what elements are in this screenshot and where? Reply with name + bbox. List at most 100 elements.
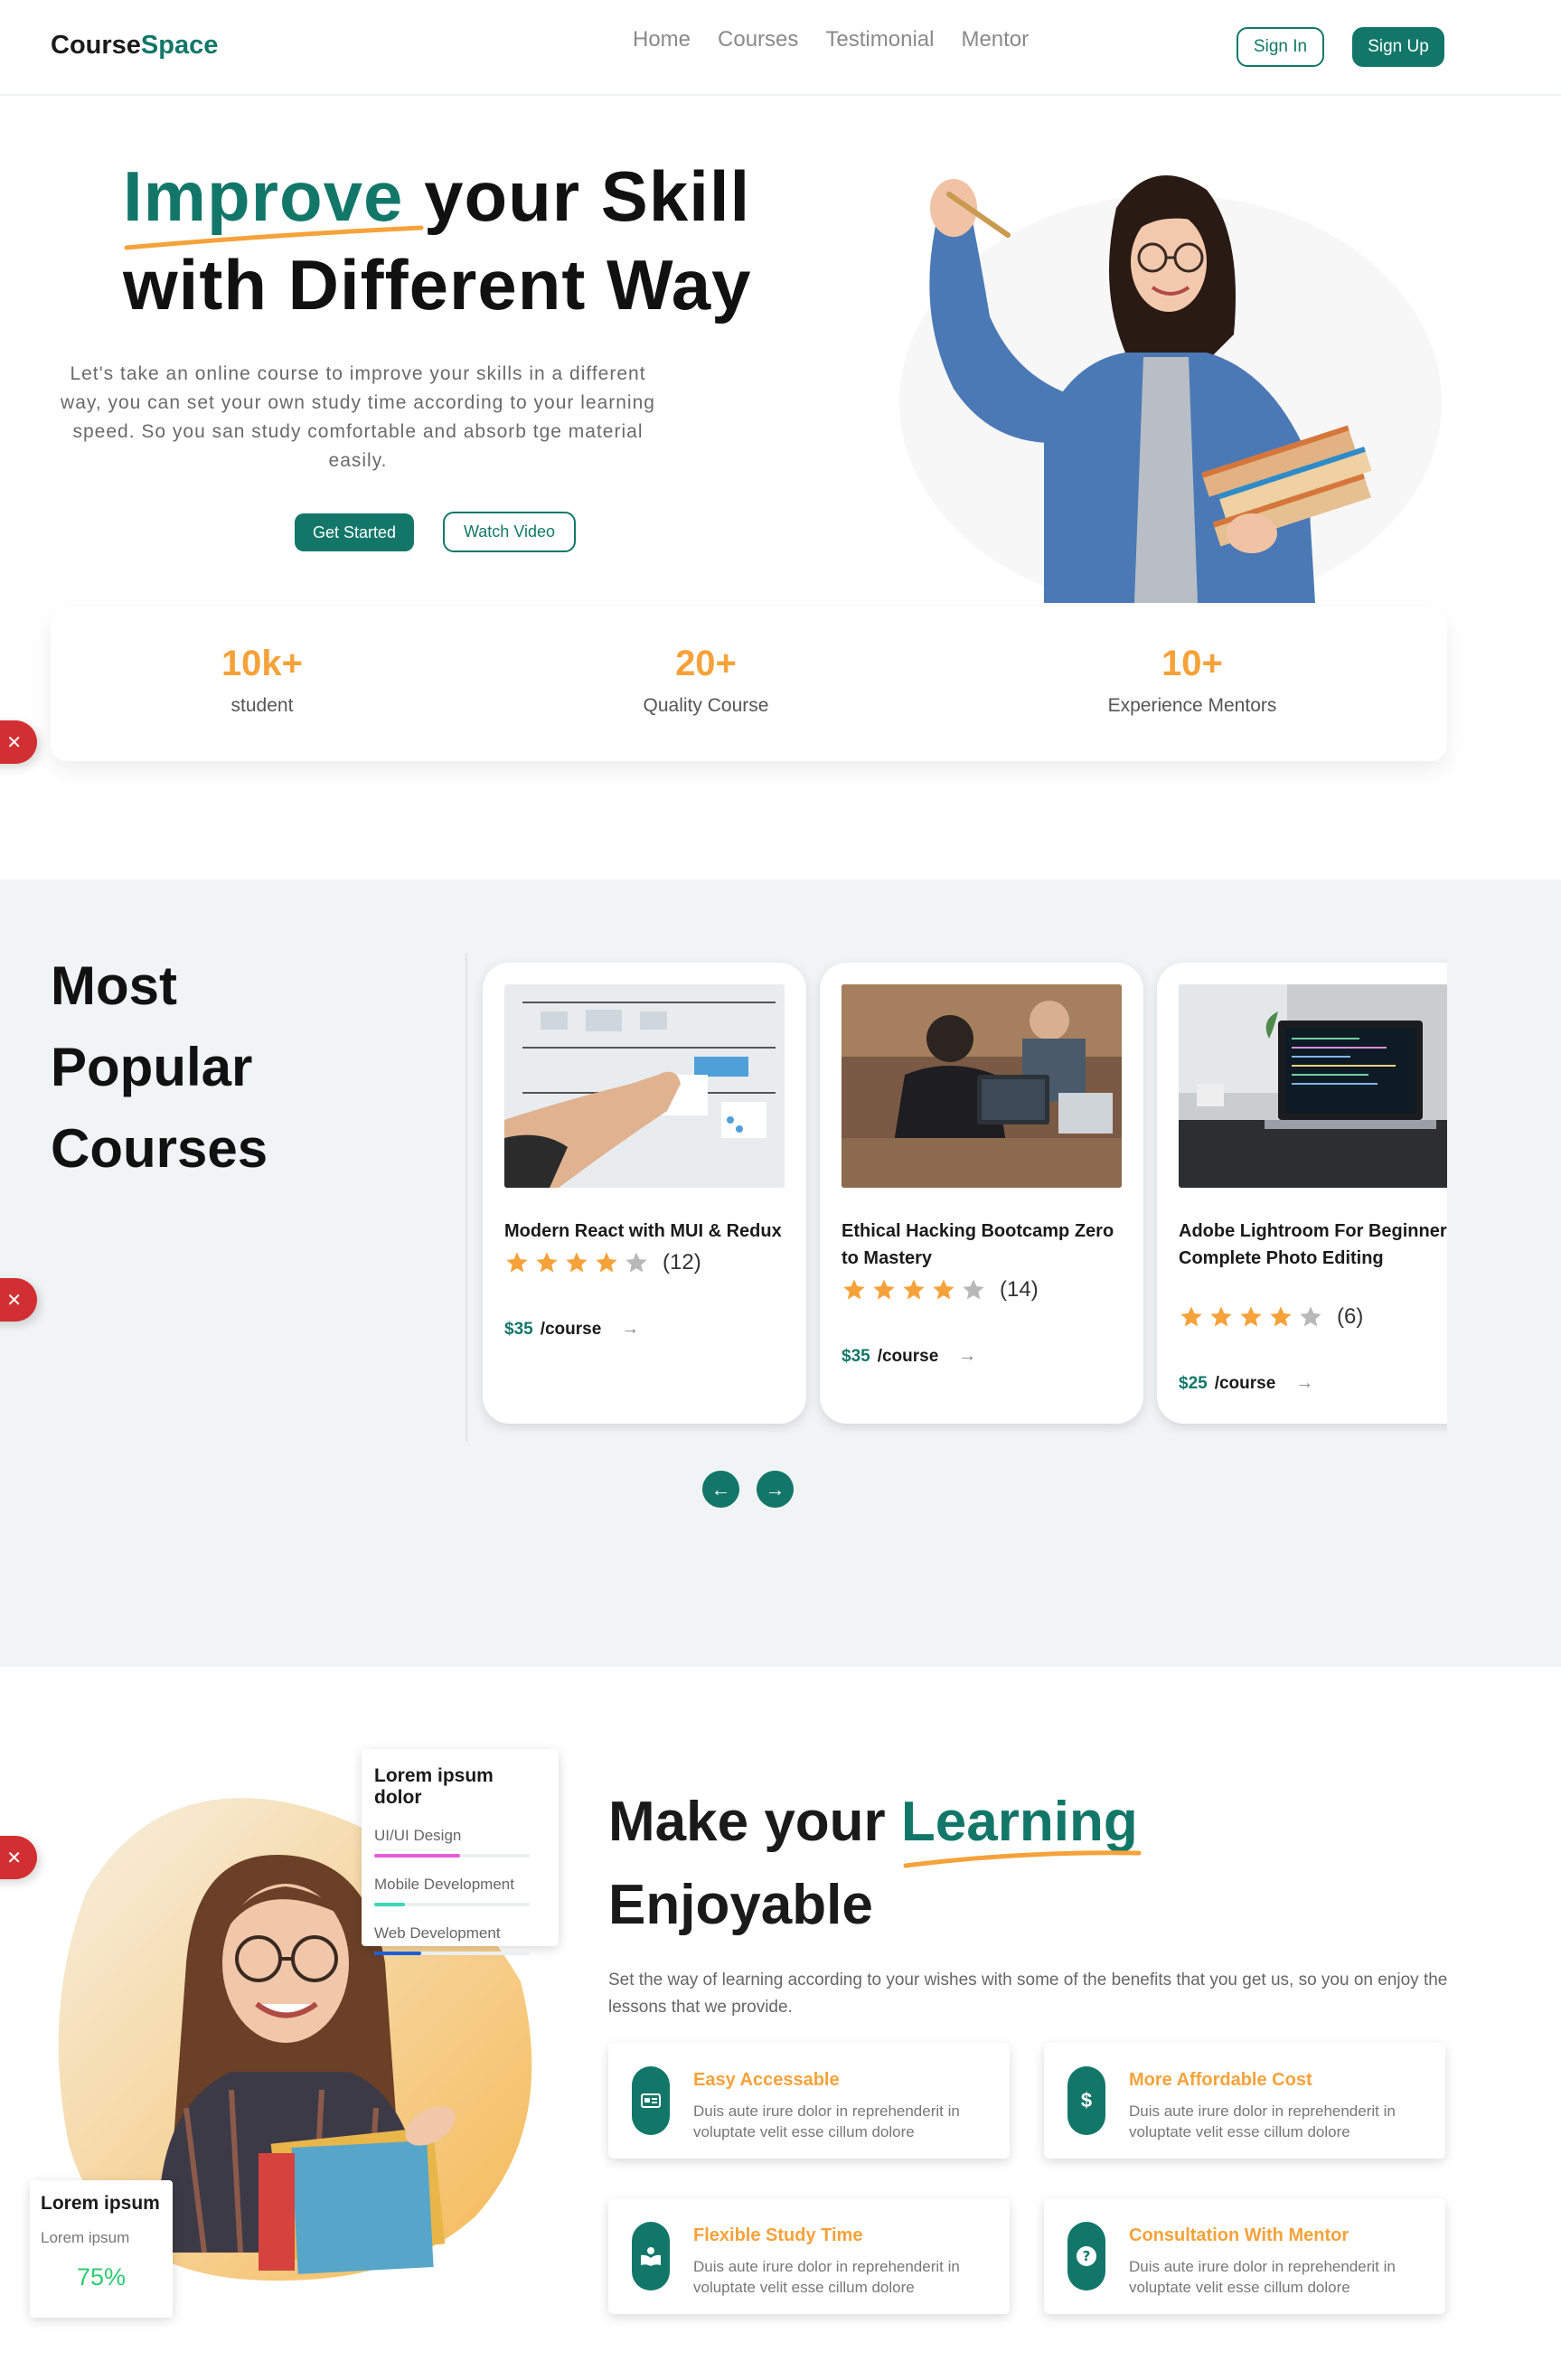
arrow-right-icon[interactable]: → xyxy=(958,1346,976,1367)
rating-stars: (6) xyxy=(1179,1304,1363,1330)
feature-description: Duis aute irure dolor in reprehenderit i… xyxy=(1129,2258,1396,2296)
feature-description: Duis aute irure dolor in reprehenderit i… xyxy=(693,2102,960,2140)
rating-stars: (14) xyxy=(842,1277,1039,1303)
logo[interactable]: CourseSpace xyxy=(51,31,218,61)
course-price: $35 /course → xyxy=(504,1319,639,1340)
course-price: $35 /course → xyxy=(842,1346,976,1367)
hero-description: Let's take an online course to improve y… xyxy=(61,363,655,471)
learning-underline-icon xyxy=(903,1850,1142,1868)
star-icon xyxy=(506,1252,528,1273)
nav-home[interactable]: Home xyxy=(633,27,691,52)
site-header: CourseSpace Home Courses Testimonial Men… xyxy=(0,0,1561,96)
course-carousel: Modern React with MUI & Redux (12) $35 /… xyxy=(465,954,1447,1442)
star-icon xyxy=(1210,1306,1232,1327)
progress-label: Web Development xyxy=(374,1924,501,1942)
star-icon xyxy=(873,1279,895,1300)
stat-label: Quality Course xyxy=(643,695,769,716)
nav-testimonial[interactable]: Testimonial xyxy=(825,27,934,52)
stat-courses: 20+ Quality Course xyxy=(525,644,887,717)
star-icon xyxy=(903,1279,925,1300)
sign-up-button[interactable]: Sign Up xyxy=(1352,27,1444,67)
watch-video-button[interactable]: Watch Video xyxy=(443,512,576,552)
arrow-right-icon[interactable]: → xyxy=(1295,1373,1313,1394)
summary-subtitle: Lorem ipsum xyxy=(41,2229,130,2246)
arrow-right-icon[interactable]: → xyxy=(621,1319,639,1340)
popular-courses-section: Most Popular Courses Modern React with M… xyxy=(0,880,1561,1667)
carousel-prev-button[interactable]: ← xyxy=(702,1471,739,1508)
stat-students: 10k+ student xyxy=(81,644,443,717)
star-icon xyxy=(1270,1306,1292,1327)
star-icon xyxy=(933,1279,954,1300)
feature-card-affordable[interactable]: $ More Affordable Cost Duis aute irure d… xyxy=(1044,2043,1445,2159)
price-unit: /course xyxy=(877,1346,939,1366)
star-icon xyxy=(596,1252,617,1273)
feature-card-flexible-time[interactable]: Flexible Study Time Duis aute irure dolo… xyxy=(608,2198,1010,2314)
progress-bar xyxy=(374,1854,530,1858)
title-underline-icon xyxy=(124,225,424,250)
feature-card-easy-access[interactable]: Easy Accessable Duis aute irure dolor in… xyxy=(608,2043,1010,2159)
stat-number: 10+ xyxy=(1161,644,1223,683)
star-icon xyxy=(1240,1306,1262,1327)
close-tab-button[interactable]: ✕ xyxy=(0,720,37,764)
course-progress-popup: Lorem ipsum dolor UI/UI Design Mobile De… xyxy=(362,1749,559,1955)
sign-in-button[interactable]: Sign In xyxy=(1237,27,1324,67)
star-icon xyxy=(1180,1306,1202,1327)
close-tab-button[interactable]: ✕ xyxy=(0,1836,37,1879)
course-card[interactable]: Modern React with MUI & Redux (12) $35 /… xyxy=(483,963,806,1424)
stat-number: 20+ xyxy=(675,644,737,683)
price-unit: /course xyxy=(540,1319,602,1339)
course-card[interactable]: Ethical Hacking Bootcamp Zero to Mastery… xyxy=(820,963,1143,1424)
hero-student-image xyxy=(899,175,1442,603)
course-thumbnail-react xyxy=(504,984,785,1188)
star-icon xyxy=(963,1279,984,1300)
feature-title: Consultation With Mentor xyxy=(1129,2225,1349,2245)
rating-stars: (12) xyxy=(504,1250,701,1275)
learning-description: Set the way of learning according to you… xyxy=(608,1971,1448,2017)
star-icon xyxy=(625,1252,647,1273)
dollar-icon: $ xyxy=(1067,2066,1105,2135)
progress-summary-card: Lorem ipsum Lorem ipsum 75% xyxy=(30,2180,173,2318)
progress-bar xyxy=(374,1903,530,1906)
summary-title: Lorem ipsum xyxy=(41,2193,160,2214)
star-icon xyxy=(1300,1306,1321,1327)
course-thumbnail-lightroom xyxy=(1179,984,1447,1188)
svg-text:?: ? xyxy=(1083,2248,1091,2264)
question-icon: ? xyxy=(1067,2222,1105,2291)
price-amount: $25 xyxy=(1179,1373,1208,1393)
rating-count: (6) xyxy=(1337,1304,1364,1329)
course-card[interactable]: Adobe Lightroom For Beginners: Complete … xyxy=(1157,963,1447,1424)
summary-percent: 75% xyxy=(76,2263,127,2291)
book-reader-icon xyxy=(632,2222,670,2291)
stat-number: 10k+ xyxy=(221,644,304,683)
stats-panel: 10k+ student 20+ Quality Course 10+ Expe… xyxy=(51,607,1447,761)
progress-label: UI/UI Design xyxy=(374,1827,462,1844)
progress-bar xyxy=(374,1952,530,1955)
stat-label: Experience Mentors xyxy=(1107,695,1277,716)
course-price: $25 /course → xyxy=(1179,1373,1313,1394)
price-amount: $35 xyxy=(504,1319,533,1339)
popup-title: Lorem ipsum dolor xyxy=(374,1765,494,1808)
nav-courses[interactable]: Courses xyxy=(718,27,798,52)
course-title[interactable]: Modern React with MUI & Redux xyxy=(504,1218,789,1245)
price-unit: /course xyxy=(1214,1373,1276,1393)
feature-description: Duis aute irure dolor in reprehenderit i… xyxy=(693,2258,960,2296)
nav-mentor[interactable]: Mentor xyxy=(961,27,1029,52)
course-thumbnail-hacking xyxy=(842,984,1122,1188)
get-started-button[interactable]: Get Started xyxy=(295,513,414,551)
feature-title: More Affordable Cost xyxy=(1129,2070,1312,2090)
feature-description: Duis aute irure dolor in reprehenderit i… xyxy=(1129,2102,1396,2140)
feature-card-consultation[interactable]: ? Consultation With Mentor Duis aute iru… xyxy=(1044,2198,1445,2314)
price-amount: $35 xyxy=(842,1346,870,1366)
rating-count: (14) xyxy=(1000,1277,1039,1302)
rating-count: (12) xyxy=(663,1250,701,1275)
course-title[interactable]: Ethical Hacking Bootcamp Zero to Mastery xyxy=(842,1218,1126,1272)
feature-title: Flexible Study Time xyxy=(693,2225,863,2245)
popular-title: Most Popular Courses xyxy=(51,955,268,1179)
progress-label: Mobile Development xyxy=(374,1876,514,1893)
course-title[interactable]: Adobe Lightroom For Beginners: Complete … xyxy=(1179,1218,1447,1272)
feature-title: Easy Accessable xyxy=(693,2070,840,2090)
stat-mentors: 10+ Experience Mentors xyxy=(1011,644,1373,717)
stat-label: student xyxy=(230,695,294,716)
id-card-icon xyxy=(632,2066,670,2135)
carousel-next-button[interactable]: → xyxy=(757,1471,794,1508)
